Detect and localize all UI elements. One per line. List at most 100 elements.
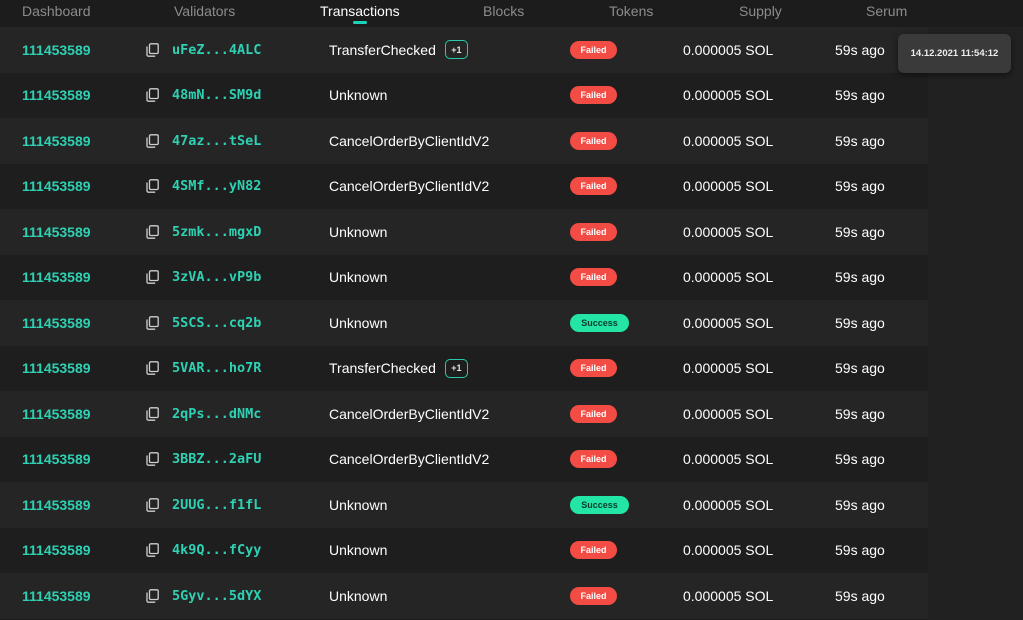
instruction-label: Unknown (329, 223, 388, 240)
block-link[interactable]: 111453589 (22, 178, 91, 194)
status-cell: Failed (570, 255, 617, 301)
table-row: 111453589 5SCS...cq2b Unknown Success 0.0000… (0, 300, 928, 346)
block-link[interactable]: 111453589 (22, 224, 91, 240)
instruction-label: Unknown (329, 87, 388, 104)
instruction-label: CancelOrderByClientIdV2 (329, 451, 490, 468)
status-cell: Failed (570, 346, 617, 392)
instruction-cell: Unknown (329, 255, 387, 301)
block-link[interactable]: 111453589 (22, 360, 91, 376)
block-cell: 111453589 (22, 209, 91, 255)
copy-cell (146, 118, 160, 164)
instruction-cell: CancelOrderByClientIdV2 (329, 437, 489, 483)
block-link[interactable]: 111453589 (22, 542, 91, 558)
status-badge: Failed (570, 177, 617, 196)
fee-value: 0.000005 SOL (683, 41, 774, 58)
block-link[interactable]: 111453589 (22, 87, 91, 103)
instruction-cell: Unknown (329, 528, 387, 574)
copy-icon[interactable] (146, 133, 160, 148)
signature-link[interactable]: 4SMf...yN82 (172, 178, 261, 194)
age-cell: 59s ago (835, 27, 885, 73)
copy-icon[interactable] (146, 406, 160, 421)
nav-serum[interactable]: Serum (866, 3, 907, 20)
copy-cell (146, 73, 160, 119)
age-value: 59s ago (835, 178, 885, 195)
copy-icon[interactable] (146, 497, 160, 512)
block-link[interactable]: 111453589 (22, 406, 91, 422)
block-link[interactable]: 111453589 (22, 451, 91, 467)
block-link[interactable]: 111453589 (22, 42, 91, 58)
signature-link[interactable]: 2UUG...f1fL (172, 497, 261, 513)
age-value: 59s ago (835, 223, 885, 240)
block-link[interactable]: 111453589 (22, 588, 91, 604)
nav-validators[interactable]: Validators (174, 3, 235, 20)
fee-cell: 0.000005 SOL (683, 573, 773, 619)
copy-icon[interactable] (146, 42, 160, 57)
table-row: 111453589 47az...tSeL CancelOrderByClientI… (0, 118, 928, 164)
age-cell: 59s ago (835, 437, 885, 483)
age-value: 59s ago (835, 269, 885, 286)
copy-icon[interactable] (146, 179, 160, 194)
signature-link[interactable]: 3BBZ...2aFU (172, 451, 261, 467)
copy-icon[interactable] (146, 224, 160, 239)
copy-icon[interactable] (146, 361, 160, 376)
signature-link[interactable]: 5SCS...cq2b (172, 315, 261, 331)
status-badge: Failed (570, 268, 617, 287)
nav-blocks[interactable]: Blocks (483, 3, 524, 20)
copy-icon[interactable] (146, 543, 160, 558)
instruction-cell: CancelOrderByClientIdV2 (329, 118, 489, 164)
age-value: 59s ago (835, 314, 885, 331)
copy-icon[interactable] (146, 88, 160, 103)
instruction-cell: Unknown (329, 573, 387, 619)
signature-link[interactable]: 2qPs...dNMc (172, 406, 261, 422)
signature-link[interactable]: 5Gyv...5dYX (172, 588, 261, 604)
status-cell: Success (570, 482, 629, 528)
copy-icon[interactable] (146, 315, 160, 330)
copy-icon[interactable] (146, 452, 160, 467)
signature-link[interactable]: 47az...tSeL (172, 133, 261, 149)
signature-link[interactable]: uFeZ...4ALC (172, 42, 261, 58)
age-value: 59s ago (835, 542, 885, 559)
status-cell: Failed (570, 391, 617, 437)
signature-link[interactable]: 5VAR...ho7R (172, 360, 261, 376)
copy-icon[interactable] (146, 270, 160, 285)
copy-icon[interactable] (146, 588, 160, 603)
nav-tokens[interactable]: Tokens (609, 3, 653, 20)
signature-cell: 3zVA...vP9b (172, 255, 261, 301)
age-cell: 59s ago (835, 482, 885, 528)
block-cell: 111453589 (22, 482, 91, 528)
signature-link[interactable]: 5zmk...mgxD (172, 224, 261, 240)
block-link[interactable]: 111453589 (22, 315, 91, 331)
fee-cell: 0.000005 SOL (683, 209, 773, 255)
status-cell: Failed (570, 209, 617, 255)
block-link[interactable]: 111453589 (22, 269, 91, 285)
age-cell: 59s ago (835, 528, 885, 574)
status-cell: Failed (570, 573, 617, 619)
table-row: 111453589 4SMf...yN82 CancelOrderByClientI… (0, 163, 928, 209)
signature-link[interactable]: 3zVA...vP9b (172, 269, 261, 285)
status-cell: Failed (570, 27, 617, 73)
fee-value: 0.000005 SOL (683, 542, 774, 559)
more-instructions-badge[interactable]: +1 (444, 40, 468, 60)
fee-cell: 0.000005 SOL (683, 255, 773, 301)
signature-link[interactable]: 48mN...SM9d (172, 87, 261, 103)
signature-link[interactable]: 4k9Q...fCyy (172, 542, 261, 558)
copy-cell (146, 482, 160, 528)
age-value: 59s ago (835, 87, 885, 104)
signature-cell: 3BBZ...2aFU (172, 437, 261, 483)
nav-dashboard[interactable]: Dashboard (22, 3, 91, 20)
status-badge: Failed (570, 541, 617, 560)
block-link[interactable]: 111453589 (22, 497, 91, 513)
nav-supply[interactable]: Supply (739, 3, 782, 20)
status-badge: Failed (570, 131, 617, 150)
copy-cell (146, 209, 160, 255)
copy-cell (146, 528, 160, 574)
tooltip-text: 14.12.2021 11:54:12 (910, 48, 999, 59)
fee-value: 0.000005 SOL (683, 178, 774, 195)
block-link[interactable]: 111453589 (22, 133, 91, 149)
more-instructions-badge[interactable]: +1 (444, 358, 468, 378)
signature-cell: 5SCS...cq2b (172, 300, 261, 346)
status-badge: Failed (570, 40, 617, 59)
nav-transactions[interactable]: Transactions (320, 3, 400, 24)
fee-value: 0.000005 SOL (683, 223, 774, 240)
instruction-label: CancelOrderByClientIdV2 (329, 132, 490, 149)
